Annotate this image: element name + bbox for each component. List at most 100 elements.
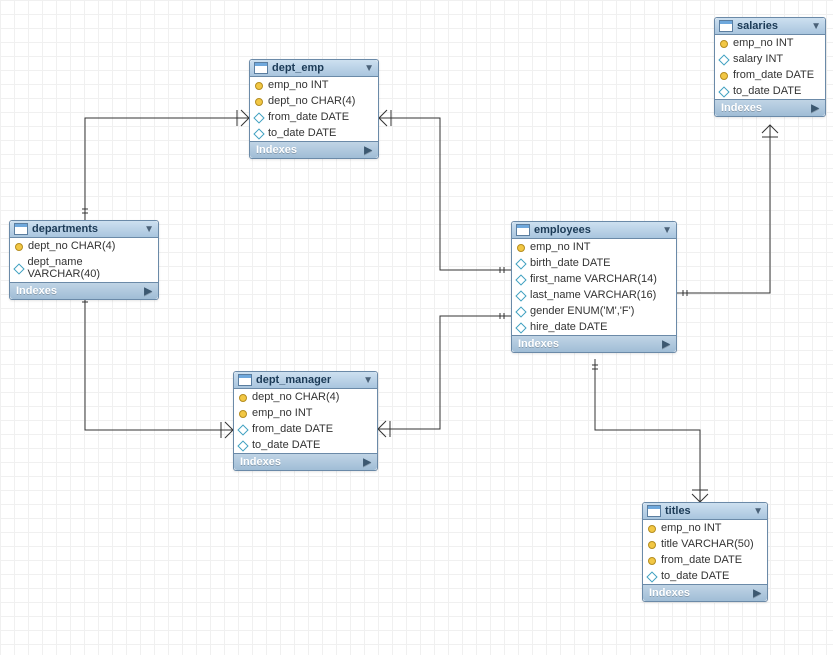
key-icon bbox=[254, 80, 264, 90]
footer-label: Indexes bbox=[721, 102, 762, 114]
column-row[interactable]: to_date DATE bbox=[715, 83, 825, 99]
column-label: emp_no INT bbox=[530, 241, 591, 253]
column-row[interactable]: emp_no INT bbox=[512, 239, 676, 255]
indexes-toggle[interactable]: Indexes▶ bbox=[512, 335, 676, 352]
column-row[interactable]: salary INT bbox=[715, 51, 825, 67]
key-icon bbox=[647, 539, 657, 549]
entity-header[interactable]: dept_manager ▼ bbox=[234, 372, 377, 389]
entity-header[interactable]: titles ▼ bbox=[643, 503, 767, 520]
footer-label: Indexes bbox=[240, 456, 281, 468]
entity-header[interactable]: dept_emp ▼ bbox=[250, 60, 378, 77]
key-icon bbox=[647, 555, 657, 565]
entity-dept-manager[interactable]: dept_manager ▼ dept_no CHAR(4) emp_no IN… bbox=[233, 371, 378, 471]
column-row[interactable]: gender ENUM('M','F') bbox=[512, 303, 676, 319]
column-row[interactable]: first_name VARCHAR(14) bbox=[512, 271, 676, 287]
column-label: to_date DATE bbox=[661, 570, 729, 582]
column-row[interactable]: from_date DATE bbox=[250, 109, 378, 125]
column-row[interactable]: emp_no INT bbox=[234, 405, 377, 421]
column-row[interactable]: birth_date DATE bbox=[512, 255, 676, 271]
table-icon bbox=[719, 20, 733, 32]
column-label: dept_no CHAR(4) bbox=[268, 95, 355, 107]
column-row[interactable]: from_date DATE bbox=[715, 67, 825, 83]
rel-employees-to-titles bbox=[595, 359, 700, 502]
footer-label: Indexes bbox=[16, 285, 57, 297]
diamond-icon bbox=[719, 86, 729, 96]
entity-titles[interactable]: titles ▼ emp_no INT title VARCHAR(50) fr… bbox=[642, 502, 768, 602]
indexes-toggle[interactable]: Indexes ▶ bbox=[10, 282, 158, 299]
entity-header[interactable]: salaries ▼ bbox=[715, 18, 825, 35]
chevron-down-icon[interactable]: ▼ bbox=[144, 224, 154, 235]
column-row[interactable]: dept_no CHAR(4) bbox=[250, 93, 378, 109]
entity-title: titles bbox=[665, 505, 749, 517]
table-icon bbox=[254, 62, 268, 74]
rel-employees-to-dept-manager bbox=[378, 316, 511, 429]
column-label: from_date DATE bbox=[252, 423, 333, 435]
column-label: last_name VARCHAR(16) bbox=[530, 289, 656, 301]
chevron-down-icon[interactable]: ▼ bbox=[753, 506, 763, 517]
column-label: from_date DATE bbox=[268, 111, 349, 123]
column-label: emp_no INT bbox=[733, 37, 794, 49]
column-row[interactable]: hire_date DATE bbox=[512, 319, 676, 335]
indexes-toggle[interactable]: Indexes▶ bbox=[234, 453, 377, 470]
entity-title: dept_manager bbox=[256, 374, 359, 386]
diamond-icon bbox=[719, 54, 729, 64]
key-icon bbox=[719, 38, 729, 48]
chevron-right-icon: ▶ bbox=[811, 103, 819, 114]
entity-departments[interactable]: departments ▼ dept_no CHAR(4) dept_name … bbox=[9, 220, 159, 300]
diamond-icon bbox=[516, 274, 526, 284]
indexes-toggle[interactable]: Indexes ▶ bbox=[715, 99, 825, 116]
entity-header[interactable]: departments ▼ bbox=[10, 221, 158, 238]
column-label: emp_no INT bbox=[252, 407, 313, 419]
column-label: birth_date DATE bbox=[530, 257, 611, 269]
entity-header[interactable]: employees ▼ bbox=[512, 222, 676, 239]
column-row[interactable]: emp_no INT bbox=[715, 35, 825, 51]
chevron-down-icon[interactable]: ▼ bbox=[662, 225, 672, 236]
rel-departments-to-dept-manager bbox=[85, 294, 233, 430]
column-label: gender ENUM('M','F') bbox=[530, 305, 634, 317]
column-row[interactable]: to_date DATE bbox=[643, 568, 767, 584]
rel-employees-to-salaries bbox=[677, 125, 770, 293]
table-icon bbox=[238, 374, 252, 386]
column-row[interactable]: emp_no INT bbox=[250, 77, 378, 93]
chevron-right-icon: ▶ bbox=[753, 588, 761, 599]
chevron-down-icon[interactable]: ▼ bbox=[363, 375, 373, 386]
column-label: to_date DATE bbox=[268, 127, 336, 139]
column-label: dept_name VARCHAR(40) bbox=[28, 256, 152, 280]
rel-employees-to-dept-emp bbox=[379, 118, 511, 270]
column-row[interactable]: to_date DATE bbox=[250, 125, 378, 141]
indexes-toggle[interactable]: Indexes▶ bbox=[643, 584, 767, 601]
footer-label: Indexes bbox=[256, 144, 297, 156]
entity-employees[interactable]: employees ▼ emp_no INT birth_date DATE f… bbox=[511, 221, 677, 353]
column-row[interactable]: last_name VARCHAR(16) bbox=[512, 287, 676, 303]
key-icon bbox=[238, 392, 248, 402]
chevron-down-icon[interactable]: ▼ bbox=[811, 21, 821, 32]
column-row[interactable]: to_date DATE bbox=[234, 437, 377, 453]
column-row[interactable]: dept_no CHAR(4) bbox=[234, 389, 377, 405]
diamond-icon bbox=[14, 263, 24, 273]
diamond-icon bbox=[254, 112, 264, 122]
chevron-right-icon: ▶ bbox=[144, 286, 152, 297]
key-icon bbox=[238, 408, 248, 418]
diamond-icon bbox=[238, 440, 248, 450]
diamond-icon bbox=[516, 322, 526, 332]
entity-salaries[interactable]: salaries ▼ emp_no INT salary INT from_da… bbox=[714, 17, 826, 117]
diamond-icon bbox=[516, 306, 526, 316]
footer-label: Indexes bbox=[518, 338, 559, 350]
chevron-right-icon: ▶ bbox=[364, 145, 372, 156]
column-row[interactable]: dept_name VARCHAR(40) bbox=[10, 254, 158, 282]
column-row[interactable]: title VARCHAR(50) bbox=[643, 536, 767, 552]
column-label: emp_no INT bbox=[268, 79, 329, 91]
chevron-down-icon[interactable]: ▼ bbox=[364, 63, 374, 74]
column-row[interactable]: dept_no CHAR(4) bbox=[10, 238, 158, 254]
column-row[interactable]: emp_no INT bbox=[643, 520, 767, 536]
entity-dept-emp[interactable]: dept_emp ▼ emp_no INT dept_no CHAR(4) fr… bbox=[249, 59, 379, 159]
column-label: dept_no CHAR(4) bbox=[252, 391, 339, 403]
indexes-toggle[interactable]: Indexes ▶ bbox=[250, 141, 378, 158]
key-icon bbox=[719, 70, 729, 80]
column-row[interactable]: from_date DATE bbox=[234, 421, 377, 437]
column-row[interactable]: from_date DATE bbox=[643, 552, 767, 568]
key-icon bbox=[516, 242, 526, 252]
diamond-icon bbox=[516, 290, 526, 300]
entity-title: departments bbox=[32, 223, 140, 235]
column-label: salary INT bbox=[733, 53, 783, 65]
